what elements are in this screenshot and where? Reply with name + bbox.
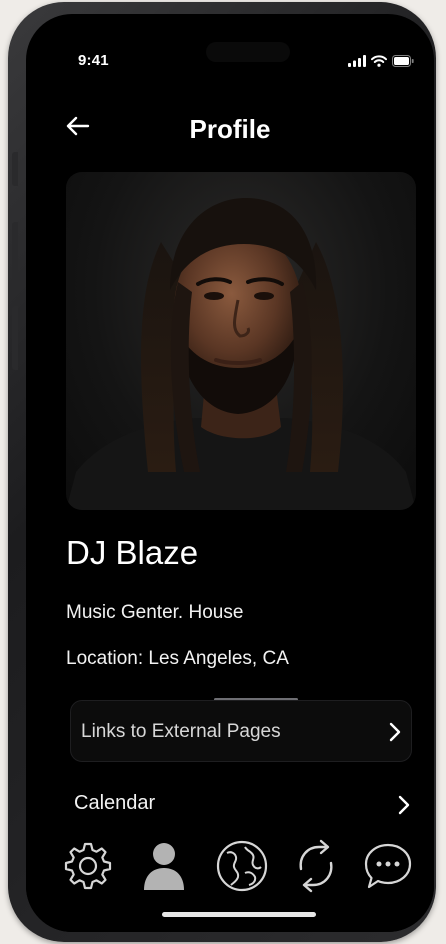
wifi-icon: [371, 54, 387, 72]
header: Profile: [26, 106, 434, 150]
tab-sync[interactable]: [288, 839, 344, 898]
links-to-external-pages-row[interactable]: Links to External Pages: [70, 700, 412, 762]
refresh-icon: [291, 839, 341, 898]
location: Location: Les Angeles, CA: [66, 648, 289, 669]
calendar-label: Calendar: [74, 792, 156, 814]
profile-name: DJ Blaze: [66, 534, 199, 571]
chat-bubble-icon: [362, 840, 414, 897]
volume-down-button: [12, 306, 18, 370]
phone-frame: 9:41 Profile DJ Blaze Music Genter. Hous…: [8, 2, 436, 942]
links-label: Links to External Pages: [81, 721, 281, 742]
music-genre: Music Genter. House: [66, 602, 244, 623]
tab-explore[interactable]: [214, 840, 270, 896]
volume-up-button: [12, 222, 18, 286]
cellular-signal-icon: [348, 54, 366, 72]
profile-photo: [66, 172, 416, 510]
gear-icon: [62, 840, 114, 897]
chevron-right-icon: [396, 794, 412, 816]
home-indicator: [162, 912, 316, 917]
battery-icon: [392, 54, 414, 72]
screen: 9:41 Profile DJ Blaze Music Genter. Hous…: [26, 14, 434, 932]
silent-switch: [12, 152, 18, 186]
status-icons: [348, 54, 414, 72]
user-icon: [140, 840, 188, 897]
globe-icon: [215, 839, 269, 898]
dynamic-island: [206, 42, 290, 62]
chevron-right-icon: [387, 721, 403, 743]
calendar-row[interactable]: Calendar: [70, 786, 416, 824]
status-time: 9:41: [78, 52, 109, 69]
tab-messages[interactable]: [360, 840, 416, 896]
tab-settings[interactable]: [60, 840, 116, 896]
page-title: Profile: [189, 114, 271, 144]
tab-profile[interactable]: [136, 840, 192, 896]
